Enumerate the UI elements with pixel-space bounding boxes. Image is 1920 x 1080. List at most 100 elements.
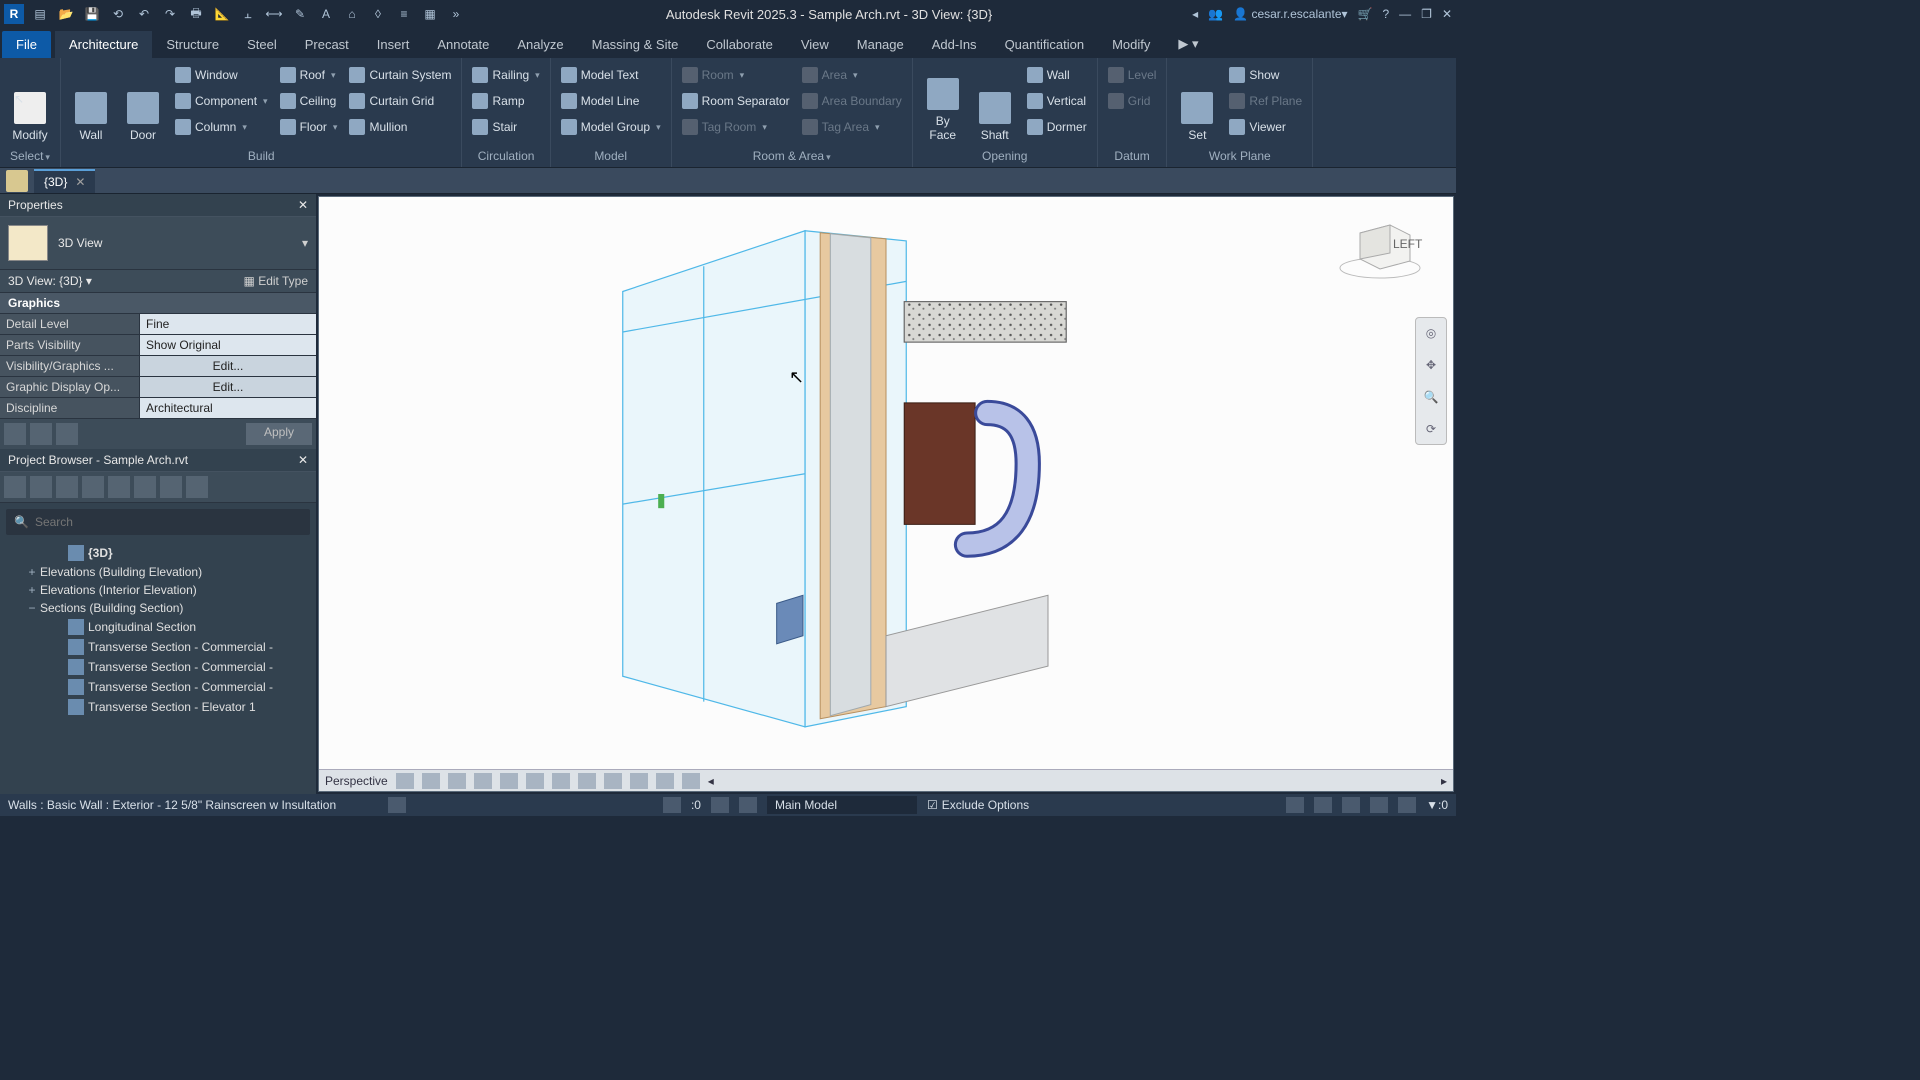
temp-hide-icon[interactable] [578, 773, 596, 789]
pb-home-icon[interactable] [4, 476, 26, 498]
tab-annotate[interactable]: Annotate [423, 31, 503, 58]
worksets-icon[interactable] [388, 797, 406, 813]
tree-node[interactable]: Longitudinal Section [0, 617, 316, 637]
tree-node[interactable]: {3D} [0, 543, 316, 563]
pb-sheets-icon[interactable] [56, 476, 78, 498]
tab-play-icon[interactable]: ▶ ▾ [1164, 30, 1212, 58]
tab-analyze[interactable]: Analyze [503, 31, 577, 58]
expand-icon[interactable]: + [24, 583, 40, 597]
print-icon[interactable]: 🖶 [186, 4, 206, 24]
visual-style-icon[interactable] [396, 773, 414, 789]
property-edit-button[interactable]: Edit... [140, 377, 316, 397]
group-room-area-label[interactable]: Room & Area [678, 147, 906, 165]
crop-view-icon[interactable] [500, 773, 518, 789]
filter-icon[interactable]: ▼:0 [1426, 798, 1448, 812]
tree-node[interactable]: +Elevations (Interior Elevation) [0, 581, 316, 599]
level-button[interactable]: Level [1104, 62, 1161, 88]
save-icon[interactable]: 💾 [82, 4, 102, 24]
show-button[interactable]: Show [1225, 62, 1306, 88]
collab-icon[interactable]: 👥 [1208, 7, 1223, 21]
pb-legends-icon[interactable] [108, 476, 130, 498]
select-links-icon[interactable] [1286, 797, 1304, 813]
sync-icon[interactable]: ⟲ [108, 4, 128, 24]
active-workset[interactable]: Main Model [767, 796, 917, 814]
pan-icon[interactable]: ✥ [1420, 354, 1442, 376]
area-button[interactable]: Area [798, 62, 906, 88]
orbit-icon[interactable]: ⟳ [1420, 418, 1442, 440]
floor-button[interactable]: Floor [276, 114, 342, 140]
text-icon[interactable]: A [316, 4, 336, 24]
default3d-icon[interactable]: ⌂ [342, 4, 362, 24]
select-underlay-icon[interactable] [1314, 797, 1332, 813]
reveal-hidden-icon[interactable] [604, 773, 622, 789]
tag-room-button[interactable]: Tag Room [678, 114, 794, 140]
window-button[interactable]: Window [171, 62, 272, 88]
expand-icon[interactable]: − [24, 601, 40, 615]
wall-button[interactable]: Wall [67, 62, 115, 144]
tree-node[interactable]: −Sections (Building Section) [0, 599, 316, 617]
tab-precast[interactable]: Precast [291, 31, 363, 58]
pb-families-icon[interactable] [134, 476, 156, 498]
editable-only-icon[interactable] [663, 797, 681, 813]
redo-icon[interactable]: ↷ [160, 4, 180, 24]
prop-tool-icon[interactable] [4, 423, 26, 445]
full-nav-wheel-icon[interactable]: ◎ [1420, 322, 1442, 344]
by-face-button[interactable]: By Face [919, 62, 967, 144]
tab-view[interactable]: View [787, 31, 843, 58]
tab-collaborate[interactable]: Collaborate [692, 31, 787, 58]
property-category[interactable]: Graphics [0, 293, 316, 314]
tab-modify[interactable]: Modify [1098, 31, 1164, 58]
worksharing-display-icon[interactable] [630, 773, 648, 789]
grid-button[interactable]: Grid [1104, 88, 1161, 114]
tab-quantification[interactable]: Quantification [991, 31, 1099, 58]
instance-filter[interactable]: 3D View: {3D} ▾ [8, 274, 244, 288]
tab-architecture[interactable]: Architecture [55, 31, 152, 58]
door-button[interactable]: Door [119, 62, 167, 144]
projection-mode[interactable]: Perspective [325, 774, 388, 788]
analytical-model-icon[interactable] [656, 773, 674, 789]
group-select-label[interactable]: Select [6, 147, 54, 165]
more-icon[interactable]: » [446, 4, 466, 24]
help-icon[interactable]: ? [1382, 7, 1389, 21]
prop-sort-icon[interactable] [30, 423, 52, 445]
set-button[interactable]: Set [1173, 62, 1221, 144]
column-button[interactable]: Column [171, 114, 272, 140]
scroll-left-icon[interactable]: ◂ [708, 774, 714, 788]
view-cube[interactable]: LEFT [1335, 213, 1425, 283]
vertical-opening-button[interactable]: Vertical [1023, 88, 1091, 114]
type-selector[interactable]: 3D View ▾ [0, 217, 316, 269]
crop-region-icon[interactable] [526, 773, 544, 789]
tab-addins[interactable]: Add-Ins [918, 31, 991, 58]
select-face-icon[interactable] [1370, 797, 1388, 813]
home-view-icon[interactable] [6, 170, 28, 192]
viewport-3d[interactable]: LEFT ◎ ✥ 🔍 ⟳ ↖ Perspective ◂ [318, 196, 1454, 792]
apply-button[interactable]: Apply [246, 423, 312, 445]
open-icon[interactable]: 📂 [56, 4, 76, 24]
model-group-button[interactable]: Model Group [557, 114, 665, 140]
tag-area-button[interactable]: Tag Area [798, 114, 906, 140]
properties-close-icon[interactable]: ✕ [298, 198, 308, 212]
curtain-system-button[interactable]: Curtain System [345, 62, 455, 88]
property-value[interactable]: Show Original [140, 335, 316, 355]
zoom-icon[interactable]: 🔍 [1420, 386, 1442, 408]
scroll-right-icon[interactable]: ▸ [1441, 774, 1447, 788]
cart-icon[interactable]: 🛒 [1358, 7, 1373, 21]
tree-node[interactable]: Transverse Section - Commercial - [0, 637, 316, 657]
room-button[interactable]: Room [678, 62, 794, 88]
tab-file[interactable]: File [2, 31, 51, 58]
property-value[interactable]: Architectural [140, 398, 316, 418]
tab-massing[interactable]: Massing & Site [578, 31, 693, 58]
sun-path-icon[interactable] [422, 773, 440, 789]
close-hidden-icon[interactable]: ▦ [420, 4, 440, 24]
view-tab-3d[interactable]: {3D} ✕ [34, 169, 95, 193]
shaft-button[interactable]: Shaft [971, 62, 1019, 144]
user-menu[interactable]: 👤 cesar.r.escalante▾ [1233, 7, 1347, 21]
room-separator-button[interactable]: Room Separator [678, 88, 794, 114]
tree-node[interactable]: Transverse Section - Commercial - [0, 677, 316, 697]
close-tab-icon[interactable]: ✕ [75, 175, 85, 189]
restore-icon[interactable]: ❐ [1421, 7, 1432, 21]
exclude-options-checkbox[interactable]: ☑Exclude Options [927, 798, 1029, 812]
tab-structure[interactable]: Structure [152, 31, 233, 58]
project-browser-search[interactable]: 🔍 [6, 509, 310, 535]
project-browser-close-icon[interactable]: ✕ [298, 453, 308, 467]
